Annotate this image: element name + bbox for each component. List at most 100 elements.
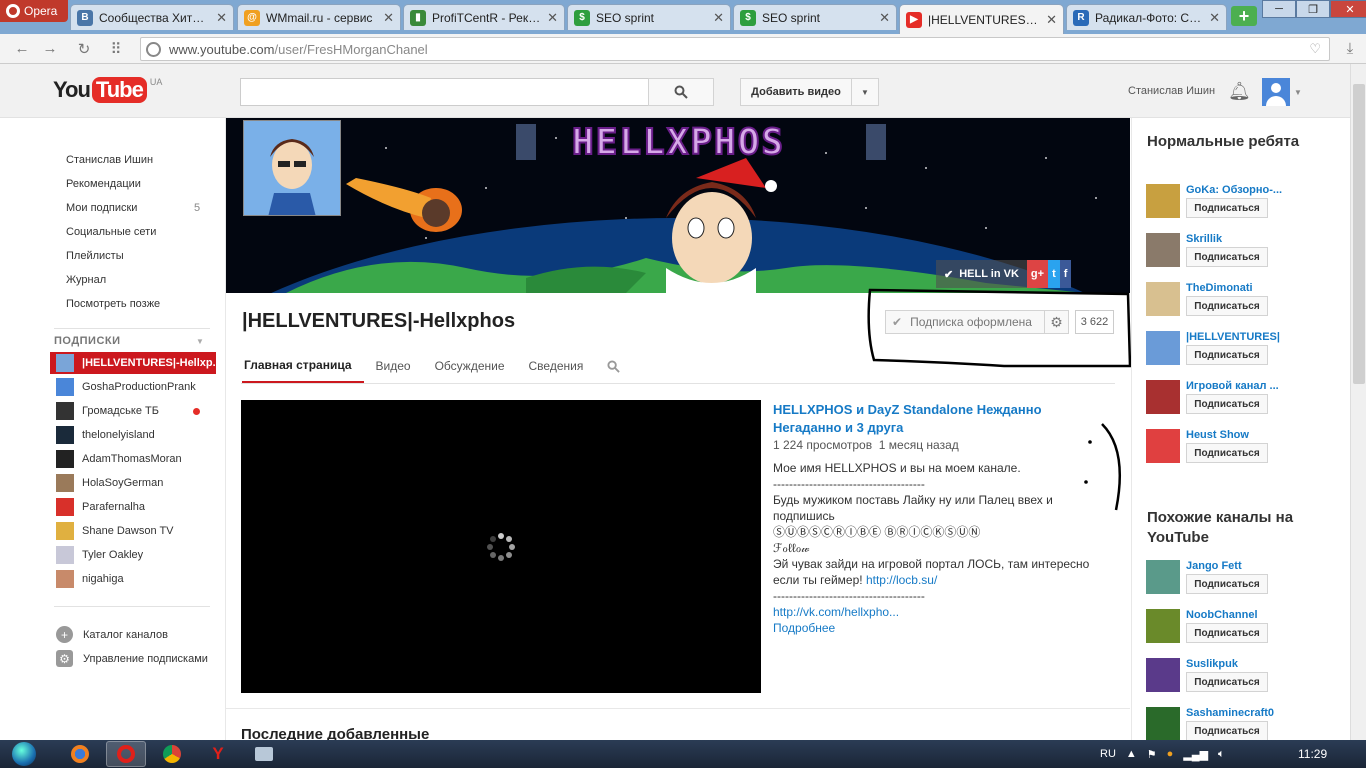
channel-avatar[interactable] (243, 120, 341, 216)
tab-videos[interactable]: Видео (364, 356, 423, 384)
channel-thumbnail[interactable] (1146, 707, 1180, 741)
subscribe-button[interactable]: Подписаться (1186, 296, 1268, 316)
account-avatar[interactable] (1262, 78, 1290, 106)
language-indicator[interactable]: RU (1100, 748, 1116, 760)
page-scrollbar[interactable] (1350, 64, 1366, 740)
browser-tab[interactable]: ▮ ProfiTCentR - Реклам ✕ (403, 4, 565, 30)
subscription-item[interactable]: HolaSoyGerman (50, 472, 216, 494)
chrome-taskbar-icon[interactable] (152, 741, 192, 767)
download-icon[interactable]: ⤓ (1340, 40, 1360, 58)
opera-menu-button[interactable]: Opera (0, 0, 68, 22)
channel-name-link[interactable]: Игровой канал ... (1186, 380, 1296, 392)
reload-button[interactable]: ↻ (74, 40, 94, 58)
yandex-taskbar-icon[interactable]: Y (198, 741, 238, 767)
channel-thumbnail[interactable] (1146, 331, 1180, 365)
collapse-caret-icon[interactable]: ▼ (196, 337, 204, 346)
account-dropdown-icon[interactable]: ▼ (1294, 88, 1302, 97)
subscribe-button[interactable]: Подписаться (1186, 443, 1268, 463)
subscription-item[interactable]: AdamThomasMoran (50, 448, 216, 470)
subscribe-button[interactable]: Подписаться (1186, 394, 1268, 414)
featured-video-title[interactable]: HELLXPHOS и DayZ Standalone Нежданно Нег… (773, 401, 1093, 437)
browser-tab[interactable]: B Сообщества Хитрак ✕ (70, 4, 234, 30)
search-input[interactable] (240, 78, 649, 106)
chevron-up-icon[interactable]: ▲ (1126, 748, 1137, 760)
subscribe-button[interactable]: Подписаться (1186, 345, 1268, 365)
channel-name-link[interactable]: Jango Fett (1186, 560, 1296, 572)
minimize-button[interactable]: ─ (1262, 0, 1296, 18)
channel-name-link[interactable]: TheDimonati (1186, 282, 1296, 294)
tab-close-icon[interactable]: ✕ (713, 10, 724, 26)
new-tab-button[interactable]: + (1231, 6, 1257, 26)
channel-name-link[interactable]: Sashaminecraft0 (1186, 707, 1296, 719)
guide-item[interactable]: Журнал (66, 274, 106, 286)
channel-thumbnail[interactable] (1146, 658, 1180, 692)
manage-subscriptions-link[interactable]: ⚙ Управление подписками (56, 650, 208, 667)
app-taskbar-icon[interactable] (244, 741, 284, 767)
subscription-item[interactable]: Shane Dawson TV (50, 520, 216, 542)
flag-icon[interactable]: ⚑ (1147, 748, 1157, 761)
channel-name-link[interactable]: NoobChannel (1186, 609, 1296, 621)
clock[interactable]: 11:29 (1298, 747, 1327, 761)
network-icon[interactable]: ▂▄▆ (1183, 748, 1208, 761)
tab-close-icon[interactable]: ✕ (383, 10, 394, 26)
channel-name-link[interactable]: GoKa: Обзорно-... (1186, 184, 1296, 196)
search-button[interactable] (648, 78, 714, 106)
tab-discussion[interactable]: Обсуждение (423, 356, 517, 384)
vk-link[interactable]: http://vk.com/hellxpho... (773, 605, 899, 619)
channel-thumbnail[interactable] (1146, 609, 1180, 643)
channel-thumbnail[interactable] (1146, 380, 1180, 414)
subscription-item[interactable]: |HELLVENTURES|-Hellxp... (50, 352, 216, 374)
channel-name-link[interactable]: Heust Show (1186, 429, 1296, 441)
subscription-item[interactable]: Громадське ТБ (50, 400, 216, 422)
tab-close-icon[interactable]: ✕ (216, 10, 227, 26)
close-window-button[interactable]: ✕ (1330, 0, 1366, 18)
opera-taskbar-icon[interactable] (106, 741, 146, 767)
guide-item[interactable]: Мои подписки (66, 202, 137, 214)
channel-search-icon[interactable] (595, 356, 632, 384)
tab-home[interactable]: Главная страница (242, 356, 364, 384)
subscription-item[interactable]: GoshaProductionPrank (50, 376, 216, 398)
subscription-item[interactable]: nigahiga (50, 568, 216, 590)
guide-item[interactable]: Станислав Ишин (66, 154, 153, 166)
guide-item[interactable]: Плейлисты (66, 250, 124, 262)
subscription-item[interactable]: thelonelyisland (50, 424, 216, 446)
tab-close-icon[interactable]: ✕ (547, 10, 558, 26)
channel-thumbnail[interactable] (1146, 233, 1180, 267)
tab-about[interactable]: Сведения (517, 356, 596, 384)
channel-name-link[interactable]: Suslikpuk (1186, 658, 1296, 670)
heart-icon[interactable]: ♡ (1309, 41, 1321, 57)
browser-tab[interactable]: $ SEO sprint ✕ (733, 4, 897, 30)
channel-thumbnail[interactable] (1146, 184, 1180, 218)
subscribe-button[interactable]: Подписаться (1186, 574, 1268, 594)
tab-close-icon[interactable]: ✕ (1209, 10, 1220, 26)
subscription-item[interactable]: Tyler Oakley (50, 544, 216, 566)
upload-button[interactable]: Добавить видео (740, 78, 852, 106)
speed-dial-icon[interactable]: ⠿ (106, 40, 126, 58)
scrollbar-thumb[interactable] (1353, 84, 1365, 384)
start-button[interactable] (4, 740, 44, 768)
guide-item[interactable]: Социальные сети (66, 226, 156, 238)
notifications-bell-icon[interactable]: 🔔︎ (1228, 81, 1251, 102)
subscribe-button[interactable]: Подписаться (1186, 623, 1268, 643)
tray-app-icon[interactable]: ● (1167, 748, 1174, 760)
subscribe-button[interactable]: Подписаться (1186, 672, 1268, 692)
subscribe-button[interactable]: Подписаться (1186, 247, 1268, 267)
channel-thumbnail[interactable] (1146, 429, 1180, 463)
subscription-item[interactable]: Parafernalha (50, 496, 216, 518)
browser-tab[interactable]: $ SEO sprint ✕ (567, 4, 731, 30)
more-link[interactable]: Подробнее (773, 620, 1123, 636)
back-button[interactable]: ← (12, 40, 32, 58)
volume-icon[interactable]: 🔈︎ (1218, 748, 1225, 761)
channel-name-link[interactable]: |HELLVENTURES| (1186, 331, 1296, 343)
guide-item[interactable]: Посмотреть позже (66, 298, 160, 310)
channel-thumbnail[interactable] (1146, 560, 1180, 594)
maximize-button[interactable]: ❐ (1296, 0, 1330, 18)
firefox-taskbar-icon[interactable] (60, 741, 100, 767)
channel-name-link[interactable]: Skrillik (1186, 233, 1296, 245)
browse-channels-link[interactable]: + Каталог каналов (56, 626, 168, 643)
browser-tab[interactable]: @ WMmail.ru - сервис ✕ (237, 4, 401, 30)
upload-dropdown-button[interactable]: ▼ (851, 78, 879, 106)
youtube-logo[interactable]: You Tube UA (53, 77, 162, 103)
subscribe-button[interactable]: Подписаться (1186, 198, 1268, 218)
subscribe-button[interactable]: Подписаться (1186, 721, 1268, 741)
